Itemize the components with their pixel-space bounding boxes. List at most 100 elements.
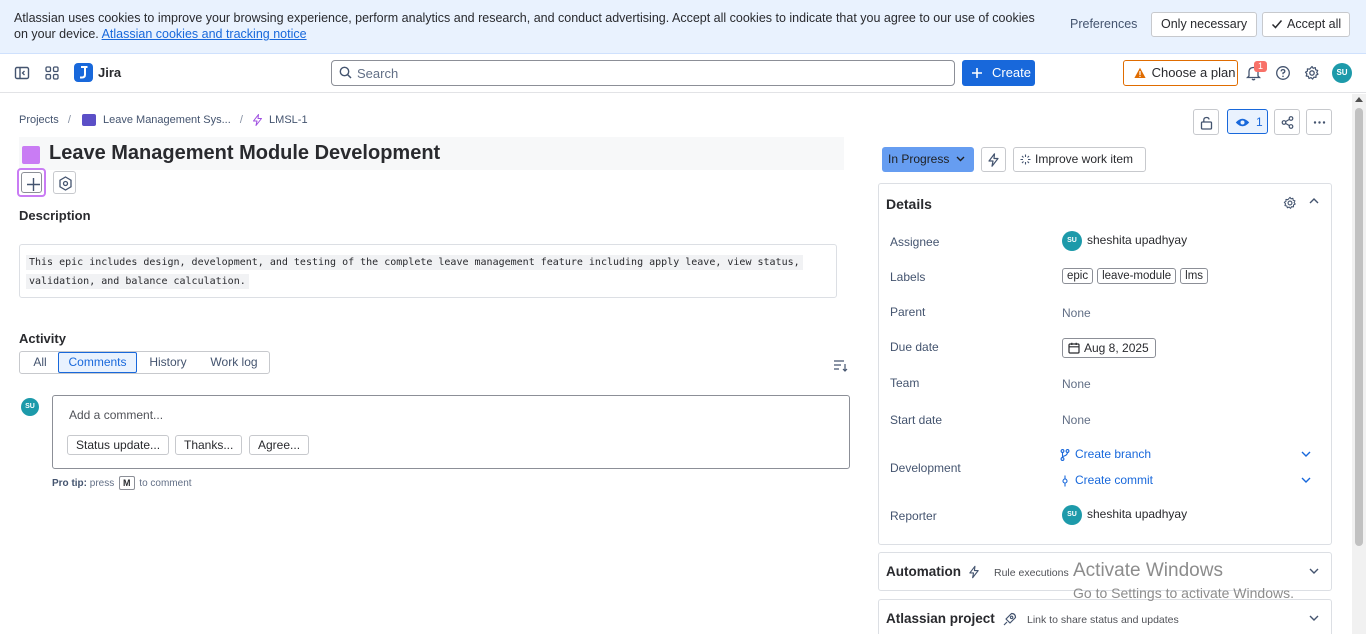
description-line-2: validation, and balance calculation.: [26, 274, 249, 289]
unlock-icon: [1200, 116, 1213, 130]
rocket-icon: [1003, 612, 1017, 626]
choose-plan-button[interactable]: Choose a plan: [1123, 60, 1238, 86]
activity-tabs: All Comments History Work log: [19, 351, 270, 374]
status-dropdown[interactable]: In Progress: [882, 147, 974, 172]
top-navigation: Jira Create Choose a plan 1 SU: [0, 54, 1366, 93]
breadcrumb-projects[interactable]: Projects: [19, 114, 59, 126]
breadcrumb-separator: /: [239, 114, 243, 127]
help-icon[interactable]: [1275, 65, 1291, 81]
reporter-label: Reporter: [890, 509, 937, 523]
app-switcher-icon[interactable]: [44, 65, 60, 81]
preferences-button[interactable]: Preferences: [1062, 12, 1145, 36]
restrictions-button[interactable]: [1193, 109, 1219, 135]
automation-panel[interactable]: Automation Rule executions: [878, 552, 1332, 591]
share-icon: [1281, 116, 1294, 129]
more-actions-button[interactable]: [1306, 109, 1332, 135]
automation-subtitle: Rule executions: [994, 567, 1069, 579]
breadcrumb-issue-key[interactable]: LMSL-1: [269, 114, 308, 126]
eye-icon: [1235, 118, 1250, 127]
watch-count: 1: [1256, 115, 1263, 129]
quick-reply-thanks[interactable]: Thanks...: [175, 435, 243, 455]
search-input[interactable]: [357, 64, 937, 82]
assignee-name: sheshita upadhyay: [1087, 233, 1188, 248]
due-date-label: Due date: [890, 340, 939, 354]
description-field[interactable]: This epic includes design, development, …: [19, 244, 837, 298]
issue-title-field[interactable]: Leave Management Module Development: [19, 137, 844, 170]
breadcrumb-project[interactable]: Leave Management Sys...: [103, 114, 231, 126]
accept-all-button[interactable]: Accept all: [1262, 12, 1351, 37]
assignee-value[interactable]: SU sheshita upadhyay: [1062, 231, 1187, 251]
comment-placeholder[interactable]: Add a comment...: [69, 408, 163, 422]
scroll-up-arrow-icon[interactable]: [1355, 97, 1363, 102]
label-chip[interactable]: lms: [1180, 268, 1209, 284]
quick-reply-status-update[interactable]: Status update...: [67, 435, 170, 455]
automation-heading: Automation: [886, 564, 961, 579]
jira-logo-icon[interactable]: [74, 63, 93, 82]
description-line-1: This epic includes design, development, …: [26, 255, 803, 270]
accept-all-label: Accept all: [1287, 17, 1342, 31]
label-chip[interactable]: epic: [1062, 268, 1094, 284]
scrollbar-thumb[interactable]: [1355, 108, 1363, 546]
page-scrollbar[interactable]: [1352, 94, 1366, 634]
tab-comments[interactable]: Comments: [58, 352, 137, 373]
chevron-up-icon[interactable]: [1309, 197, 1319, 204]
chevron-down-icon: [956, 156, 965, 162]
development-label: Development: [890, 461, 961, 475]
share-button[interactable]: [1274, 109, 1300, 135]
create-commit-link[interactable]: Create commit: [1060, 473, 1153, 487]
create-label: Create: [991, 65, 1032, 80]
cookie-notice-link[interactable]: Atlassian cookies and tracking notice: [102, 27, 307, 41]
atlassian-project-panel[interactable]: Atlassian project Link to share status a…: [878, 599, 1332, 634]
description-heading: Description: [19, 208, 91, 223]
assignee-label: Assignee: [890, 235, 940, 249]
parent-value[interactable]: None: [1062, 306, 1091, 320]
settings-gear-icon[interactable]: [1304, 65, 1320, 81]
details-heading[interactable]: Details: [886, 196, 932, 212]
app-name[interactable]: Jira: [98, 65, 121, 80]
ai-sparkle-icon: [1020, 154, 1031, 165]
chevron-down-icon[interactable]: [1301, 451, 1311, 457]
search-box[interactable]: [331, 60, 955, 86]
improve-work-item-button[interactable]: Improve work item: [1013, 147, 1146, 172]
atlassian-project-heading: Atlassian project: [886, 611, 995, 626]
add-content-button[interactable]: [17, 168, 46, 197]
due-date-value[interactable]: Aug 8, 2025: [1062, 338, 1156, 358]
epic-type-icon: [22, 146, 40, 164]
plus-icon: [27, 178, 40, 191]
assignee-avatar: SU: [1062, 231, 1082, 251]
lightning-bolt-icon: [969, 565, 979, 579]
lightning-bolt-icon: [988, 153, 999, 167]
pro-tip-label: Pro tip:: [52, 478, 87, 489]
sidebar-toggle-icon[interactable]: [14, 65, 30, 81]
project-avatar-icon: [81, 114, 96, 127]
pro-tip-press: press: [89, 478, 115, 489]
reporter-value[interactable]: SU sheshita upadhyay: [1062, 505, 1187, 525]
tab-all[interactable]: All: [26, 352, 54, 373]
configure-gear-icon[interactable]: [1283, 196, 1297, 210]
tab-work-log[interactable]: Work log: [202, 352, 266, 373]
watch-button[interactable]: 1: [1227, 109, 1268, 134]
user-avatar[interactable]: SU: [1332, 63, 1352, 83]
start-date-value[interactable]: None: [1062, 413, 1091, 427]
chevron-down-icon[interactable]: [1301, 477, 1311, 483]
more-horizontal-icon: [1313, 121, 1326, 124]
team-value[interactable]: None: [1062, 377, 1091, 391]
apps-button[interactable]: [53, 171, 76, 194]
quick-reply-agree[interactable]: Agree...: [249, 435, 310, 455]
page-title[interactable]: Leave Management Module Development: [49, 142, 440, 165]
create-branch-link[interactable]: Create branch: [1060, 447, 1151, 461]
create-commit-label: Create commit: [1075, 473, 1154, 487]
reporter-avatar: SU: [1062, 505, 1082, 525]
due-date-chip[interactable]: Aug 8, 2025: [1062, 338, 1156, 358]
only-necessary-button[interactable]: Only necessary: [1151, 12, 1258, 37]
automation-actions-button[interactable]: [981, 147, 1006, 172]
team-label: Team: [890, 376, 920, 390]
tab-history[interactable]: History: [142, 352, 194, 373]
calendar-icon: [1068, 342, 1080, 354]
sort-order-icon[interactable]: [833, 359, 848, 372]
pro-tip: Pro tip: press M to comment: [52, 476, 192, 490]
labels-value[interactable]: epic leave-module lms: [1062, 268, 1212, 284]
create-button[interactable]: Create: [962, 60, 1035, 86]
comment-editor[interactable]: Add a comment... Status update... Thanks…: [52, 395, 850, 469]
label-chip[interactable]: leave-module: [1097, 268, 1177, 284]
